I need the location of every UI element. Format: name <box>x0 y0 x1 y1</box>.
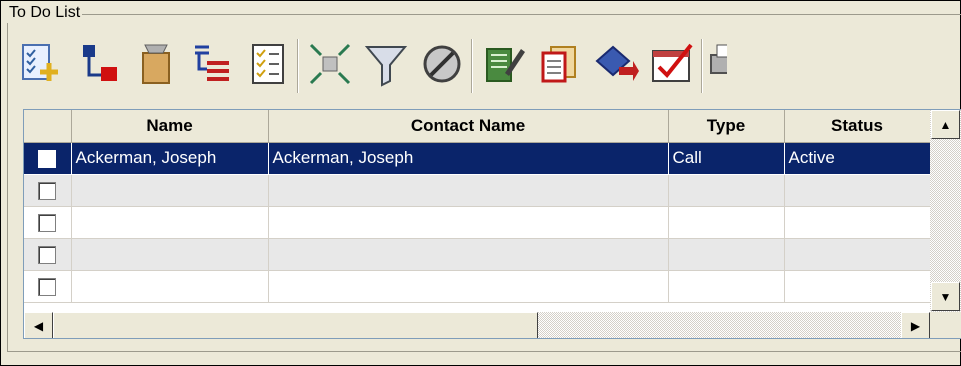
outline-list-button[interactable] <box>185 33 239 95</box>
arrow-up-icon: ▲ <box>939 117 952 132</box>
table-row[interactable] <box>24 206 931 239</box>
row-checkbox[interactable] <box>38 181 57 200</box>
column-header-check[interactable] <box>24 110 72 143</box>
scroll-right-button[interactable]: ▶ <box>901 312 930 338</box>
table-row[interactable] <box>24 238 931 271</box>
outline-list-icon <box>195 45 229 81</box>
row-checkbox-cell <box>24 142 72 175</box>
scrollbar-corner <box>930 312 961 338</box>
print-icon <box>710 44 727 74</box>
row-checkbox[interactable] <box>38 213 57 232</box>
column-header-type[interactable]: Type <box>668 110 785 143</box>
cell-status[interactable] <box>784 238 931 271</box>
scroll-up-button[interactable]: ▲ <box>931 110 960 139</box>
complete-calendar-icon <box>652 43 693 82</box>
cell-name[interactable] <box>71 238 269 271</box>
vertical-scrollbar[interactable]: ▲ ▼ <box>930 110 961 312</box>
cell-status[interactable] <box>784 174 931 207</box>
checklist-button[interactable] <box>241 33 295 95</box>
row-checkbox[interactable] <box>38 245 57 264</box>
todo-panel: To Do List Name Contact Name Type Status… <box>0 0 961 366</box>
cell-type[interactable]: Call <box>668 142 785 175</box>
horizontal-scrollbar[interactable]: ◀ ▶ <box>24 312 930 338</box>
horizontal-scroll-thumb[interactable] <box>53 312 538 338</box>
new-todo-icon <box>22 44 58 81</box>
row-checkbox-cell <box>24 206 72 239</box>
cell-type[interactable] <box>668 238 785 271</box>
cell-status[interactable] <box>784 270 931 303</box>
row-checkbox[interactable] <box>38 149 57 168</box>
table-header-row: Name Contact Name Type Status <box>24 110 931 143</box>
todo-grid: Name Contact Name Type Status Ackerman, … <box>23 109 961 339</box>
filter-button[interactable] <box>359 33 413 95</box>
toolbar <box>15 31 961 107</box>
cell-status[interactable]: Active <box>784 142 931 175</box>
arrow-down-icon: ▼ <box>939 289 952 304</box>
cell-type[interactable] <box>668 270 785 303</box>
table-row[interactable] <box>24 270 931 303</box>
new-todo-button[interactable] <box>15 33 69 95</box>
archive-icon <box>142 44 170 84</box>
cell-status[interactable] <box>784 206 931 239</box>
row-checkbox-cell <box>24 174 72 207</box>
assign-button[interactable] <box>73 33 127 95</box>
table-row[interactable] <box>24 174 931 207</box>
cell-name[interactable] <box>71 270 269 303</box>
cell-contact-name[interactable] <box>268 238 669 271</box>
cell-type[interactable] <box>668 206 785 239</box>
transfer-button[interactable] <box>589 33 643 95</box>
column-header-name[interactable]: Name <box>71 110 269 143</box>
column-header-status[interactable]: Status <box>784 110 931 143</box>
collapse-button[interactable] <box>303 33 357 95</box>
scroll-left-button[interactable]: ◀ <box>24 312 53 338</box>
cell-contact-name[interactable]: Ackerman, Joseph <box>268 142 669 175</box>
edit-notes-button[interactable] <box>477 33 531 95</box>
copy-document-icon <box>541 46 576 83</box>
collapse-icon <box>309 43 351 85</box>
arrow-right-icon: ▶ <box>910 318 921 333</box>
todo-table: Name Contact Name Type Status Ackerman, … <box>24 110 931 303</box>
clear-filter-button[interactable] <box>415 33 469 95</box>
group-title: To Do List <box>7 3 83 23</box>
print-button[interactable] <box>707 33 727 95</box>
clear-filter-icon <box>423 45 461 83</box>
row-checkbox-cell <box>24 270 72 303</box>
toolbar-separator <box>297 39 299 93</box>
scroll-down-button[interactable]: ▼ <box>931 282 960 311</box>
cell-name[interactable]: Ackerman, Joseph <box>71 142 269 175</box>
complete-button[interactable] <box>645 33 699 95</box>
row-checkbox-cell <box>24 238 72 271</box>
assign-icon <box>83 45 117 81</box>
cell-name[interactable] <box>71 174 269 207</box>
arrow-left-icon: ◀ <box>33 318 44 333</box>
filter-icon <box>364 46 408 87</box>
row-checkbox[interactable] <box>38 277 57 296</box>
table-row[interactable]: Ackerman, Joseph Ackerman, Joseph Call A… <box>24 142 931 175</box>
cell-contact-name[interactable] <box>268 270 669 303</box>
column-header-contact-name[interactable]: Contact Name <box>268 110 669 143</box>
checklist-icon <box>252 44 284 84</box>
cell-name[interactable] <box>71 206 269 239</box>
copy-document-button[interactable] <box>533 33 587 95</box>
cell-contact-name[interactable] <box>268 206 669 239</box>
transfer-icon <box>595 45 639 81</box>
toolbar-separator <box>701 39 703 93</box>
archive-button[interactable] <box>129 33 183 95</box>
toolbar-separator <box>471 39 473 93</box>
cell-contact-name[interactable] <box>268 174 669 207</box>
edit-notes-icon <box>486 48 525 82</box>
cell-type[interactable] <box>668 174 785 207</box>
